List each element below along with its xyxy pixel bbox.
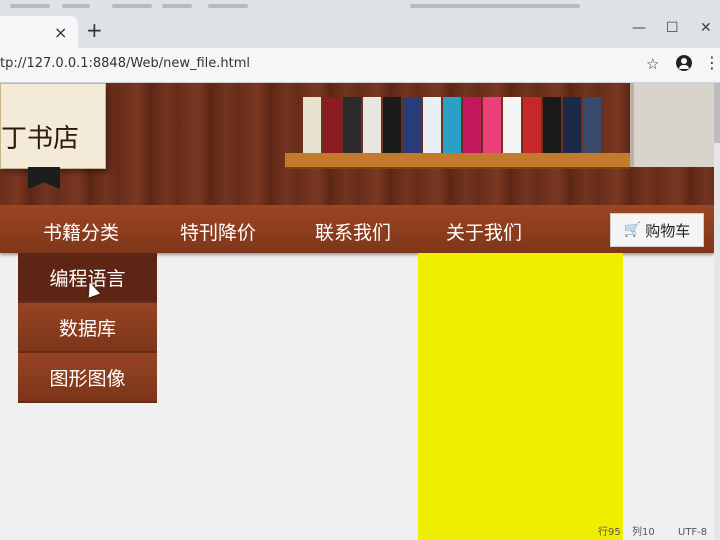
status-line: 行95 <box>598 527 621 538</box>
site-logo-text: 丁书店 <box>1 124 80 154</box>
nav-item-special-offers[interactable]: 特刊降价 <box>180 218 256 245</box>
banner-side-panel <box>630 83 714 167</box>
maximize-icon[interactable]: ☐ <box>666 20 679 36</box>
url-field[interactable]: tp://127.0.0.1:8848/Web/new_file.html <box>0 56 250 71</box>
dropdown-item-database[interactable]: 数据库 <box>18 303 157 353</box>
blurred-text <box>10 4 50 8</box>
new-tab-button[interactable]: + <box>86 20 103 40</box>
close-tab-icon[interactable]: × <box>54 23 67 42</box>
vertical-scrollbar[interactable] <box>714 83 720 540</box>
shelf-board <box>285 153 630 169</box>
browser-window: × + — ☐ ✕ tp://127.0.0.1:8848/Web/new_fi… <box>0 0 720 540</box>
bookstore-banner: 丁书店 <box>0 83 714 207</box>
yellow-content-block <box>418 253 623 540</box>
address-bar: tp://127.0.0.1:8848/Web/new_file.html ☆ … <box>0 48 720 83</box>
nav-item-book-categories[interactable]: 书籍分类 <box>43 218 119 245</box>
kebab-menu-icon[interactable]: ⋮ <box>704 53 720 72</box>
minimize-icon[interactable]: — <box>632 20 646 36</box>
nav-item-about-us[interactable]: 关于我们 <box>446 218 522 245</box>
logo-card: 丁书店 <box>0 83 106 169</box>
shopping-cart-button[interactable]: 🛒 购物车 <box>610 213 704 247</box>
bookmark-star-icon[interactable]: ☆ <box>646 55 659 73</box>
blurred-text <box>162 4 192 8</box>
ribbon-icon <box>28 167 60 189</box>
browser-tab[interactable]: × <box>0 16 78 48</box>
blurred-text <box>208 4 248 8</box>
cart-icon: 🛒 <box>623 222 642 238</box>
web-page: 丁书店 书籍分类 特刊降价 联系我们 关于我们 🛒 购物车 编程语言 数据库 图… <box>0 83 714 540</box>
category-dropdown: 编程语言 数据库 图形图像 <box>18 253 157 406</box>
dropdown-item-graphics[interactable]: 图形图像 <box>18 353 157 403</box>
blurred-text <box>62 4 90 8</box>
close-window-icon[interactable]: ✕ <box>700 20 712 36</box>
status-encoding: UTF-8 <box>678 527 708 538</box>
blurred-text <box>112 4 152 8</box>
main-nav: 书籍分类 特刊降价 联系我们 关于我们 🛒 购物车 <box>0 205 714 253</box>
status-column: 列10 <box>632 527 655 538</box>
blurred-text <box>410 4 580 8</box>
top-strip <box>0 0 720 14</box>
cart-label: 购物车 <box>645 221 691 240</box>
tab-bar: × + — ☐ ✕ <box>0 14 720 48</box>
nav-item-contact-us[interactable]: 联系我们 <box>315 218 391 245</box>
scroll-thumb[interactable] <box>714 83 720 143</box>
account-icon[interactable] <box>676 55 692 71</box>
